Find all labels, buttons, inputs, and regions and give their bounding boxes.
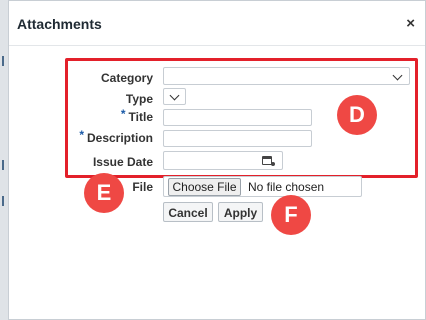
close-icon[interactable]: × [406,15,415,32]
file-input: Choose File No file chosen [163,176,362,197]
background-page-edge [0,0,8,320]
background-marker [2,160,4,170]
callout-d: D [337,95,377,135]
file-label: File [132,180,153,194]
callout-e: E [84,173,124,213]
cancel-button[interactable]: Cancel [163,202,213,222]
dialog-titlebar: Attachments × [9,1,425,46]
apply-button[interactable]: Apply [218,202,263,222]
background-marker [2,56,4,66]
dialog-title: Attachments [17,16,102,32]
choose-file-button[interactable]: Choose File [168,178,241,196]
background-marker [2,196,4,206]
file-status-text: No file chosen [248,180,325,194]
callout-f: F [271,195,311,235]
